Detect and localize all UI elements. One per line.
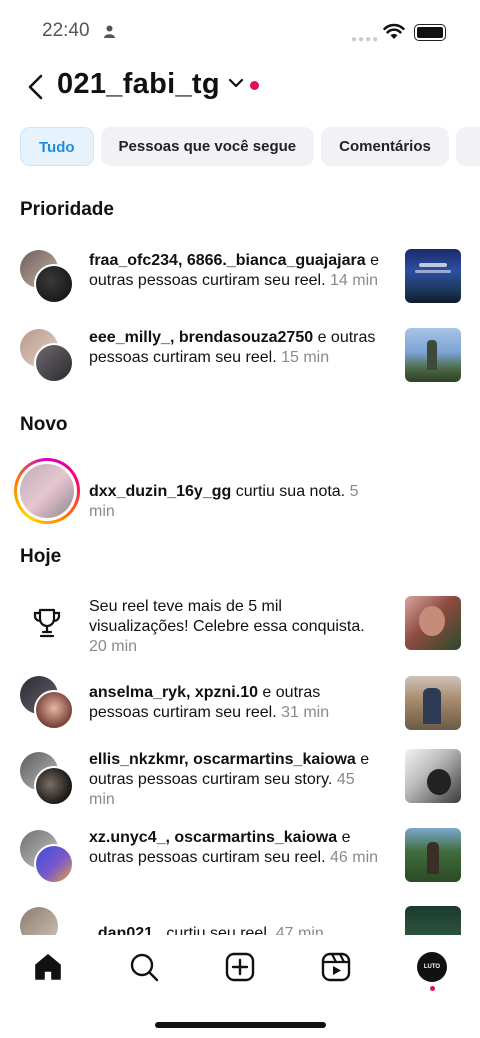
notification-time: 46 min bbox=[330, 849, 379, 866]
home-icon bbox=[35, 954, 61, 980]
reel-thumbnail[interactable] bbox=[405, 596, 461, 650]
avatar bbox=[34, 766, 74, 806]
wifi-icon bbox=[383, 23, 405, 39]
section-title-priority: Prioridade bbox=[20, 199, 114, 220]
battery-icon bbox=[414, 24, 446, 41]
search-icon bbox=[130, 953, 159, 982]
avatar bbox=[20, 907, 58, 935]
section-title-today: Hoje bbox=[20, 546, 62, 567]
unread-dot bbox=[250, 81, 259, 90]
avatar bbox=[20, 464, 74, 518]
tab-create[interactable] bbox=[222, 949, 258, 985]
notification-users[interactable]: dxx_duzin_16y_gg bbox=[89, 483, 231, 500]
avatar bbox=[34, 343, 74, 383]
notification-row[interactable]: dxx_duzin_16y_gg curtiu sua nota. 5 min bbox=[0, 457, 480, 527]
story-thumbnail[interactable] bbox=[405, 749, 461, 803]
avatar-stack[interactable] bbox=[20, 907, 76, 935]
filter-chip-more[interactable] bbox=[455, 127, 480, 166]
notification-users[interactable]: xz.unyc4_, oscarmartins_kaiowa bbox=[89, 829, 337, 846]
reel-thumbnail[interactable] bbox=[405, 906, 461, 935]
notification-text: xz.unyc4_, oscarmartins_kaiowa e outras … bbox=[89, 829, 379, 866]
notification-row[interactable]: xz.unyc4_, oscarmartins_kaiowa e outras … bbox=[0, 827, 480, 891]
notification-text: Seu reel teve mais de 5 mil visualizaçõe… bbox=[89, 598, 365, 655]
tab-bar: LUTO bbox=[0, 935, 480, 1038]
notification-text: dxx_duzin_16y_gg curtiu sua nota. 5 min bbox=[89, 483, 359, 520]
reel-thumbnail[interactable] bbox=[405, 676, 461, 730]
notification-time: 14 min bbox=[330, 272, 379, 289]
avatar-stack[interactable] bbox=[20, 250, 76, 306]
back-button[interactable] bbox=[20, 70, 50, 104]
avatar-stack[interactable] bbox=[20, 830, 76, 886]
filter-chip-all[interactable]: Tudo bbox=[20, 127, 94, 166]
home-indicator bbox=[155, 1022, 326, 1028]
notification-row[interactable]: fraa_ofc234, 6866._bianca_guajajara e ou… bbox=[0, 248, 480, 312]
avatar bbox=[34, 264, 74, 304]
person-icon bbox=[104, 25, 115, 38]
signal-icon: ●●●● bbox=[351, 34, 380, 45]
tab-reels[interactable] bbox=[318, 949, 354, 985]
reel-thumbnail[interactable] bbox=[405, 249, 461, 303]
notification-row[interactable]: eee_milly_, brendasouza2750 e outras pes… bbox=[0, 327, 480, 391]
notification-row[interactable]: _dan021_ curtiu seu reel. 47 min bbox=[0, 906, 480, 935]
filter-chips: Tudo Pessoas que você segue Comentários bbox=[20, 127, 480, 167]
filter-chip-comments[interactable]: Comentários bbox=[321, 127, 449, 166]
notification-row[interactable]: anselma_ryk, xpzni.10 e outras pessoas c… bbox=[0, 675, 480, 739]
story-ring-avatar[interactable] bbox=[14, 458, 80, 524]
avatar-stack[interactable] bbox=[20, 676, 76, 732]
profile-icon: LUTO bbox=[417, 952, 447, 982]
reel-thumbnail[interactable] bbox=[405, 328, 461, 382]
notification-text: eee_milly_, brendasouza2750 e outras pes… bbox=[89, 329, 376, 366]
notification-row[interactable]: ellis_nkzkmr, oscarmartins_kaiowa e outr… bbox=[0, 748, 480, 812]
tab-profile[interactable]: LUTO bbox=[414, 949, 450, 985]
notification-text: fraa_ofc234, 6866._bianca_guajajara e ou… bbox=[89, 252, 379, 289]
account-switcher-username[interactable]: 021_fabi_tg bbox=[57, 68, 220, 101]
profile-notification-dot bbox=[430, 986, 435, 991]
chevron-down-icon[interactable] bbox=[228, 77, 244, 89]
reel-thumbnail[interactable] bbox=[405, 828, 461, 882]
notification-users[interactable]: ellis_nkzkmr, oscarmartins_kaiowa bbox=[89, 751, 356, 768]
notification-users[interactable]: anselma_ryk, xpzni.10 bbox=[89, 684, 258, 701]
filter-chip-following[interactable]: Pessoas que você segue bbox=[100, 127, 315, 166]
tab-home[interactable] bbox=[30, 949, 66, 985]
notification-text: _dan021_ curtiu seu reel. 47 min bbox=[89, 924, 384, 935]
notification-row[interactable]: Seu reel teve mais de 5 mil visualizaçõe… bbox=[0, 595, 480, 659]
notification-users[interactable]: fraa_ofc234, 6866._bianca_guajajara bbox=[89, 252, 366, 269]
avatar bbox=[34, 690, 74, 730]
notification-text: ellis_nkzkmr, oscarmartins_kaiowa e outr… bbox=[89, 751, 370, 808]
notification-time: 31 min bbox=[281, 704, 330, 721]
reels-icon bbox=[321, 952, 351, 982]
notification-users[interactable]: _dan021_ bbox=[89, 925, 162, 935]
avatar bbox=[34, 844, 74, 884]
notification-time: 47 min bbox=[275, 925, 324, 935]
create-icon bbox=[225, 952, 255, 982]
avatar-stack[interactable] bbox=[20, 752, 76, 808]
notification-time: 15 min bbox=[281, 349, 330, 366]
status-time: 22:40 bbox=[42, 20, 90, 41]
tab-search[interactable] bbox=[126, 949, 162, 985]
notification-text: anselma_ryk, xpzni.10 e outras pessoas c… bbox=[89, 684, 330, 721]
notification-time: 20 min bbox=[89, 638, 138, 655]
chevron-left-icon bbox=[28, 74, 43, 100]
avatar-stack[interactable] bbox=[20, 329, 76, 385]
trophy-icon bbox=[33, 608, 61, 638]
status-bar: 22:40 ●●●● bbox=[0, 0, 480, 62]
section-title-new: Novo bbox=[20, 414, 68, 435]
notification-users[interactable]: eee_milly_, brendasouza2750 bbox=[89, 329, 313, 346]
header: 021_fabi_tg bbox=[0, 62, 480, 112]
